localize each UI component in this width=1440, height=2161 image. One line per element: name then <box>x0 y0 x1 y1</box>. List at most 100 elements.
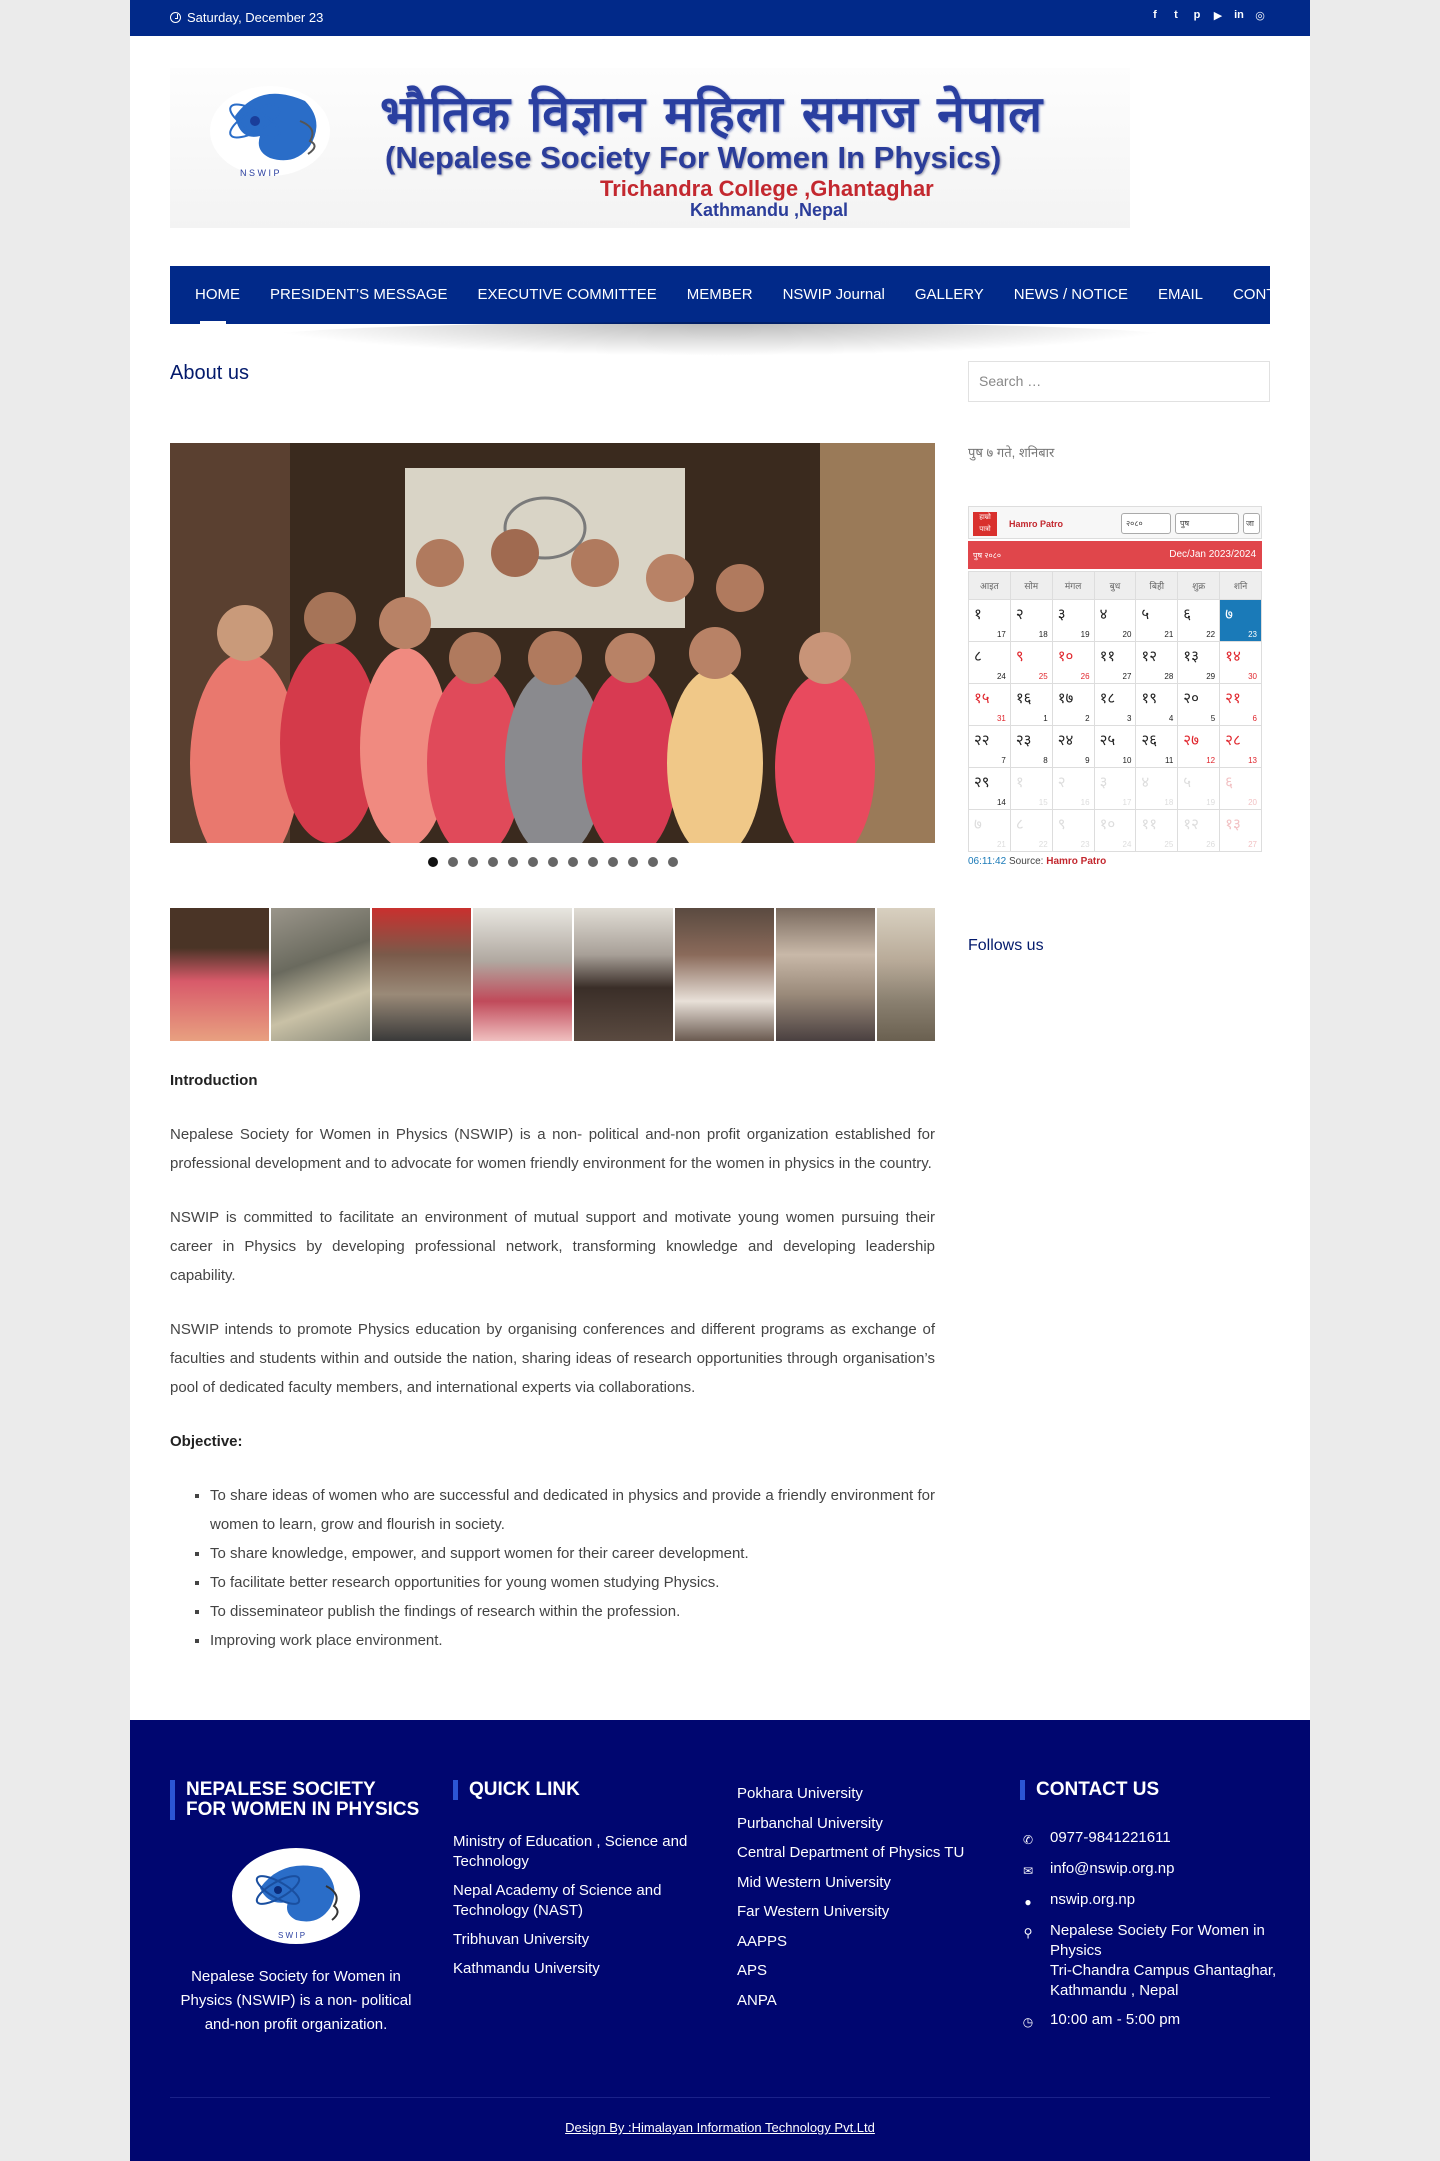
calendar-day[interactable]: २७ 12 <box>1178 726 1221 768</box>
footer-link[interactable]: Kathmandu University <box>453 1959 693 1979</box>
contact-website[interactable]: nswip.org.np <box>1050 1890 1135 1912</box>
calendar-day[interactable]: ११ 25 <box>1136 810 1179 852</box>
calendar-day[interactable]: २० 5 <box>1178 684 1221 726</box>
calendar-day[interactable]: १६ 1 <box>1010 684 1053 726</box>
slider-dot[interactable] <box>427 857 438 867</box>
footer-link[interactable]: Central Department of Physics TU <box>737 1843 987 1863</box>
calendar-day[interactable]: २ 16 <box>1052 768 1095 810</box>
facebook-icon[interactable]: f <box>1150 9 1160 22</box>
footer-link[interactable]: Purbanchal University <box>737 1814 987 1834</box>
footer-link[interactable]: Far Western University <box>737 1902 987 1922</box>
thumbnail[interactable] <box>675 908 774 1041</box>
nav-nswip-journal[interactable]: NSWIP Journal <box>768 266 900 324</box>
youtube-icon[interactable]: ▶ <box>1213 9 1223 22</box>
contact-email[interactable]: info@nswip.org.np <box>1050 1859 1174 1881</box>
calendar-day[interactable]: २ 18 <box>1010 600 1053 642</box>
calendar-day[interactable]: १४ 30 <box>1220 642 1262 684</box>
calendar-day[interactable]: ८ 24 <box>969 642 1011 684</box>
thumbnail[interactable] <box>877 908 935 1041</box>
footer-link[interactable]: APS <box>737 1961 987 1981</box>
slider-dot[interactable] <box>567 857 578 867</box>
footer-link[interactable]: Mid Western University <box>737 1873 987 1893</box>
footer-link[interactable]: Ministry of Education , Science and Tech… <box>453 1832 693 1872</box>
calendar-day[interactable]: ८ 22 <box>1010 810 1053 852</box>
calendar-day[interactable]: ७ 23 <box>1220 600 1262 642</box>
calendar-day[interactable]: २५ 10 <box>1094 726 1137 768</box>
nav-presidents-message[interactable]: PRESIDENT’S MESSAGE <box>255 266 463 324</box>
header-banner[interactable]: N S W I P भौतिक विज्ञान महिला समाज नेपाल… <box>170 68 1130 228</box>
slider-dot[interactable] <box>467 857 478 867</box>
calendar-day[interactable]: ६ 20 <box>1220 768 1262 810</box>
nav-email[interactable]: EMAIL <box>1143 266 1218 324</box>
calendar-day[interactable]: १८ 3 <box>1094 684 1137 726</box>
calendar-day[interactable]: १२ 28 <box>1136 642 1179 684</box>
calendar-day[interactable]: १३ 27 <box>1220 810 1262 852</box>
thumbnail[interactable] <box>473 908 572 1041</box>
hamro-patro-logo[interactable]: हाम्रो पात्रो <box>973 512 997 536</box>
instagram-icon[interactable]: ◎ <box>1255 9 1265 22</box>
calendar-day[interactable]: १० 24 <box>1094 810 1137 852</box>
calendar-day[interactable]: १७ 2 <box>1052 684 1095 726</box>
nav-gallery[interactable]: GALLERY <box>900 266 999 324</box>
footer-link[interactable]: Nepal Academy of Science and Technology … <box>453 1881 693 1921</box>
thumbnail[interactable] <box>271 908 370 1041</box>
month-select[interactable]: पुष <box>1175 513 1239 534</box>
nav-news-notice[interactable]: NEWS / NOTICE <box>999 266 1143 324</box>
thumbnail[interactable] <box>170 908 269 1041</box>
footer-link[interactable]: AAPPS <box>737 1932 987 1952</box>
calendar-day[interactable]: ३ 19 <box>1052 600 1095 642</box>
contact-phone[interactable]: 0977-9841221611 <box>1050 1828 1171 1850</box>
twitter-icon[interactable]: t <box>1171 9 1181 22</box>
calendar-day[interactable]: ७ 21 <box>969 810 1011 852</box>
calendar-day[interactable]: १ 15 <box>1010 768 1053 810</box>
slider-dot[interactable] <box>447 857 458 867</box>
year-select[interactable]: २०८० <box>1121 513 1171 534</box>
footer-link[interactable]: ANPA <box>737 1991 987 2011</box>
go-button[interactable]: जा <box>1243 513 1260 534</box>
calendar-day[interactable]: २८ 13 <box>1220 726 1262 768</box>
footer-credit-link[interactable]: Design By :Himalayan Information Technol… <box>130 2120 1310 2135</box>
calendar-day[interactable]: २४ 9 <box>1052 726 1095 768</box>
calendar-day[interactable]: २६ 11 <box>1136 726 1179 768</box>
thumbnail[interactable] <box>776 908 875 1041</box>
calendar-day[interactable]: २३ 8 <box>1010 726 1053 768</box>
calendar-day[interactable]: १५ 31 <box>969 684 1011 726</box>
calendar-day[interactable]: १३ 29 <box>1178 642 1221 684</box>
calendar-day[interactable]: २९ 14 <box>969 768 1011 810</box>
calendar-day[interactable]: ३ 17 <box>1094 768 1137 810</box>
slider-dot[interactable] <box>487 857 498 867</box>
footer-link[interactable]: Tribhuvan University <box>453 1930 693 1950</box>
slider-dot[interactable] <box>587 857 598 867</box>
calendar-day[interactable]: ६ 22 <box>1178 600 1221 642</box>
slider-dot[interactable] <box>647 857 658 867</box>
search-input[interactable]: Search … <box>968 361 1270 402</box>
pinterest-icon[interactable]: p <box>1192 9 1202 22</box>
slider-dot[interactable] <box>507 857 518 867</box>
image-slider[interactable] <box>170 443 935 843</box>
calendar-day[interactable]: २२ 7 <box>969 726 1011 768</box>
calendar-day[interactable]: ९ 25 <box>1010 642 1053 684</box>
calendar-source-link[interactable]: Hamro Patro <box>1046 856 1106 867</box>
calendar-day[interactable]: ११ 27 <box>1094 642 1137 684</box>
nav-home[interactable]: HOME <box>170 266 255 324</box>
thumbnail[interactable] <box>574 908 673 1041</box>
footer-link[interactable]: Pokhara University <box>737 1784 987 1804</box>
slider-dot[interactable] <box>547 857 558 867</box>
calendar-day[interactable]: ५ 19 <box>1178 768 1221 810</box>
calendar-day[interactable]: २१ 6 <box>1220 684 1262 726</box>
nav-executive-committee[interactable]: EXECUTIVE COMMITTEE <box>463 266 672 324</box>
thumbnail[interactable] <box>372 908 471 1041</box>
slider-dot[interactable] <box>627 857 638 867</box>
slider-dot[interactable] <box>527 857 538 867</box>
calendar-day[interactable]: ४ 20 <box>1094 600 1137 642</box>
calendar-day[interactable]: ५ 21 <box>1136 600 1179 642</box>
calendar-day[interactable]: ९ 23 <box>1052 810 1095 852</box>
calendar-day[interactable]: १० 26 <box>1052 642 1095 684</box>
nav-contact[interactable]: CONTACT <box>1218 266 1319 324</box>
calendar-brand[interactable]: Hamro Patro <box>1009 519 1063 529</box>
slider-dot[interactable] <box>607 857 618 867</box>
calendar-day[interactable]: १ 17 <box>969 600 1011 642</box>
calendar-day[interactable]: १२ 26 <box>1178 810 1221 852</box>
linkedin-icon[interactable]: in <box>1234 9 1244 22</box>
nav-member[interactable]: MEMBER <box>672 266 768 324</box>
